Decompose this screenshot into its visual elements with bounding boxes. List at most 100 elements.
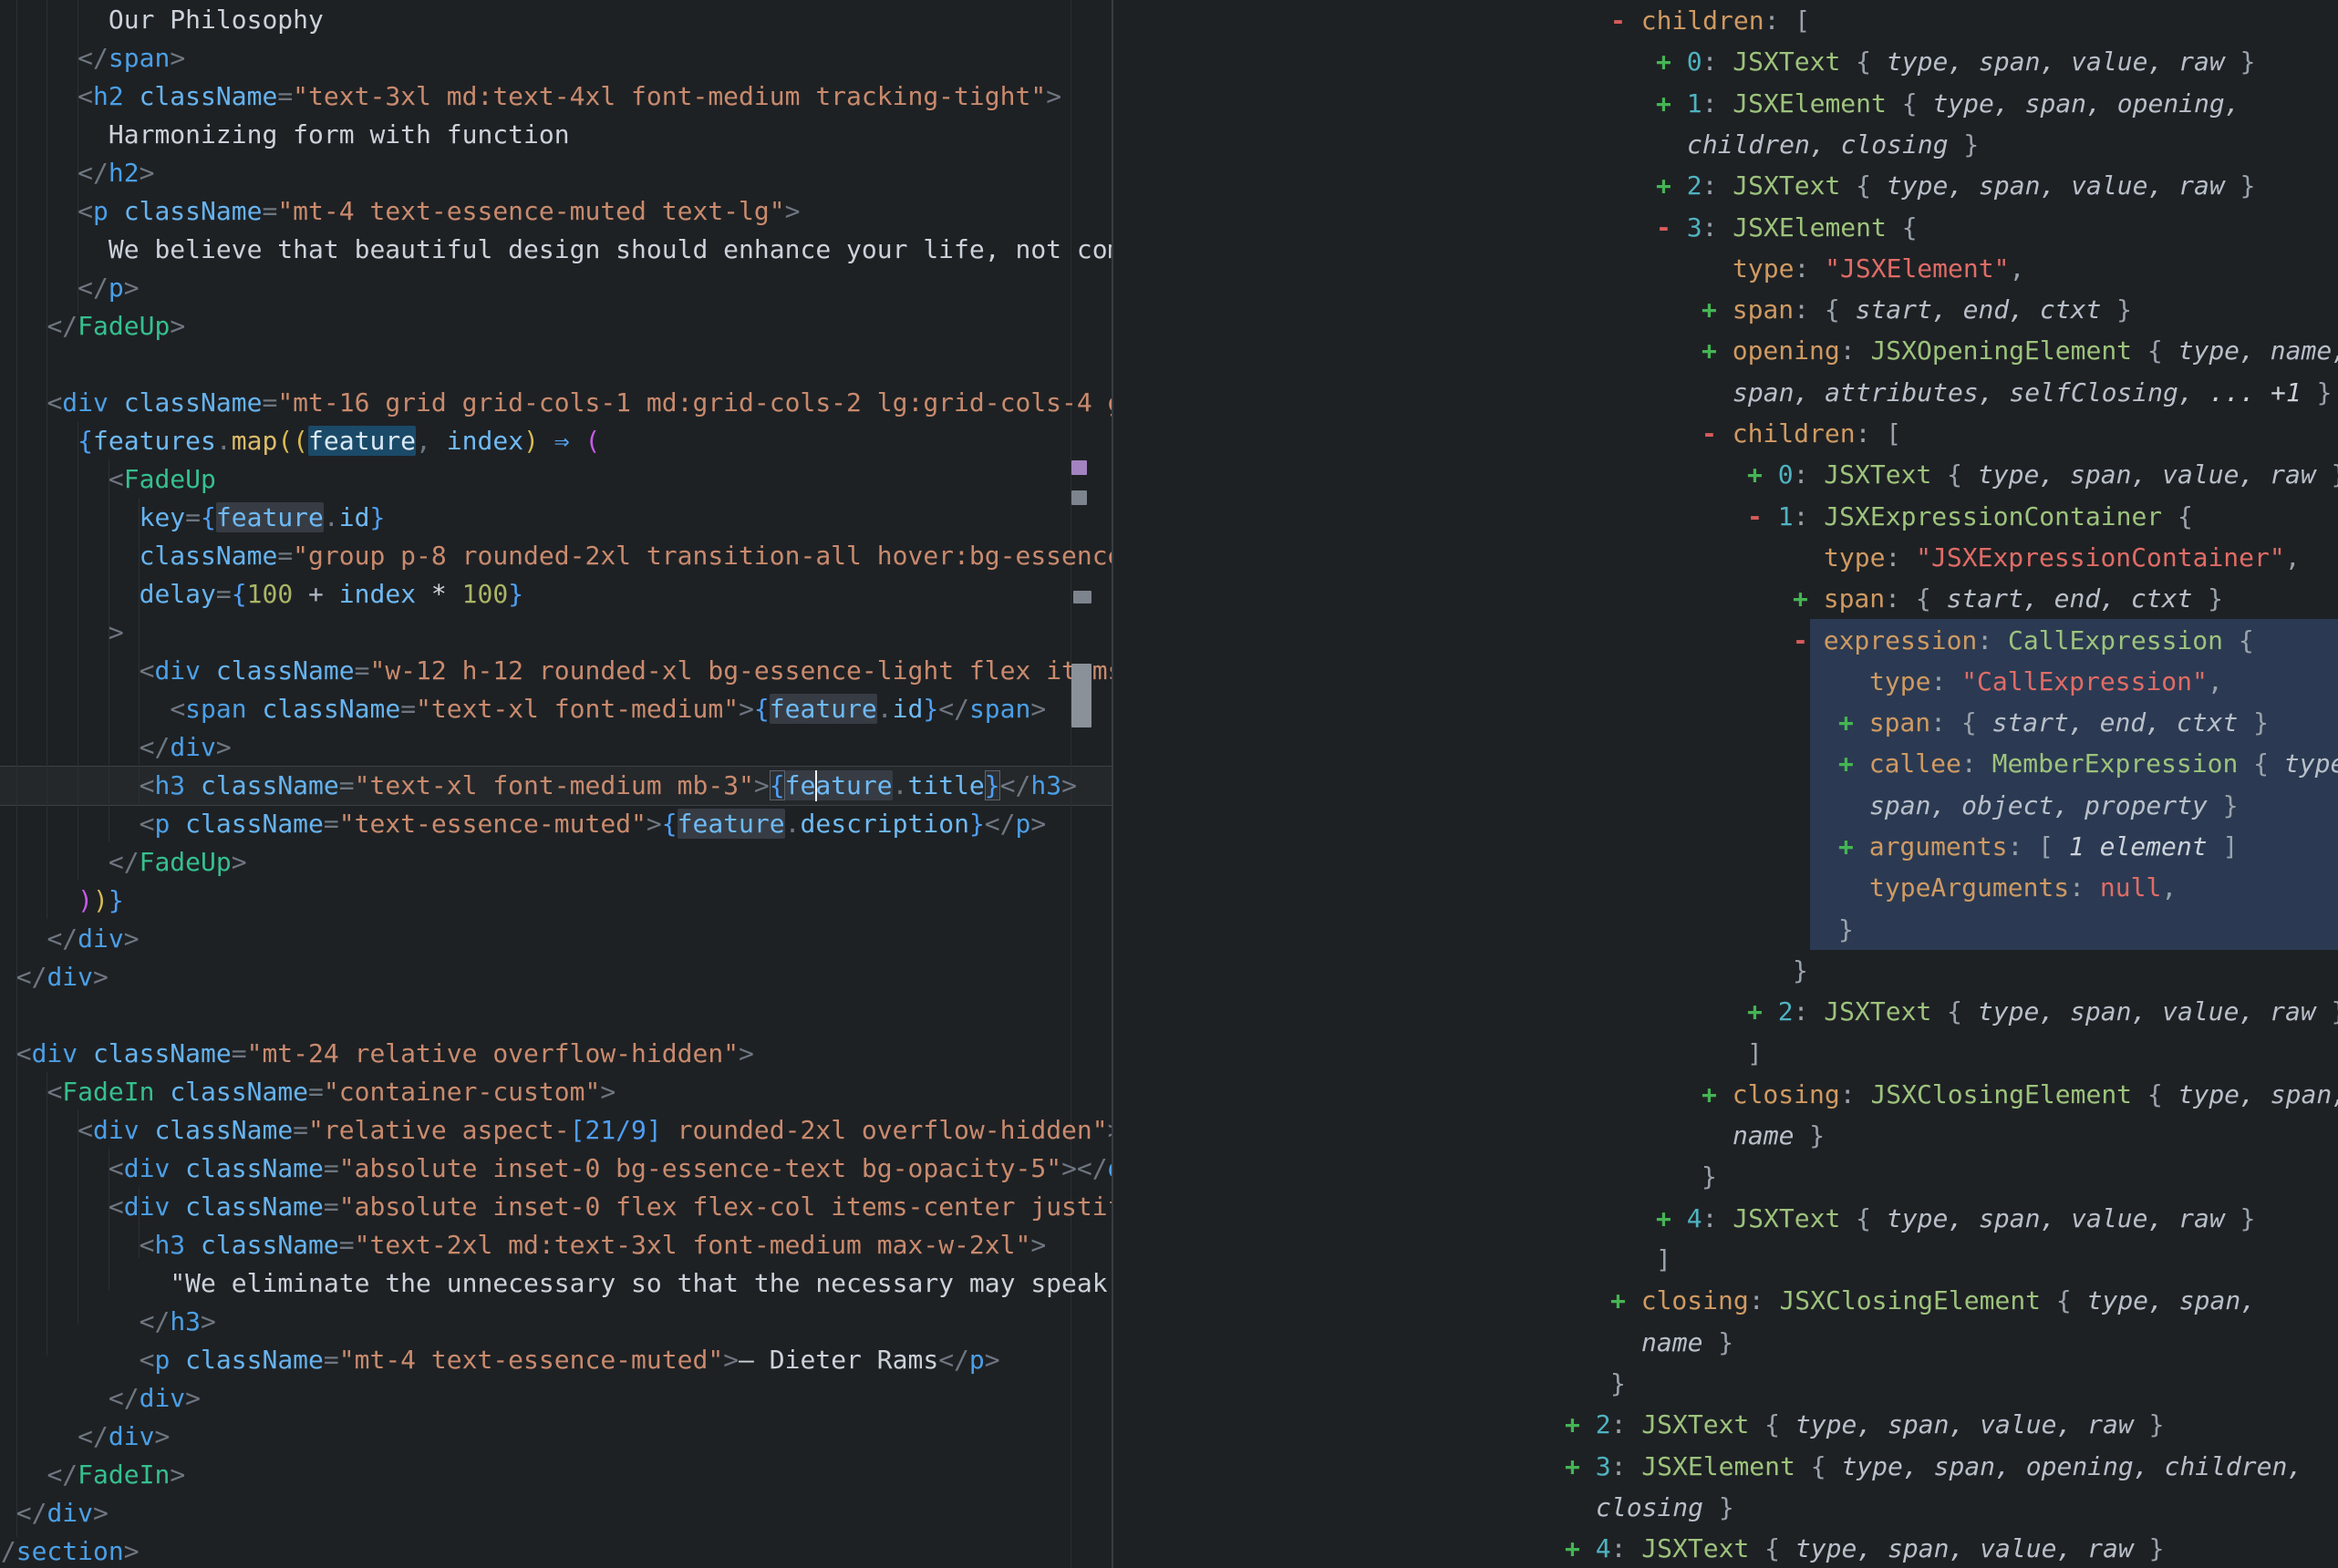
ast-line[interactable]: + 0: JSXText { type, span, value, raw } (1656, 41, 2255, 82)
ast-line[interactable]: + arguments: [ 1 element ] (1838, 826, 2238, 867)
ast-line[interactable]: } (1793, 950, 1808, 991)
ast-line[interactable]: - 1: JSXExpressionContainer { (1747, 496, 2193, 537)
ast-line[interactable]: + 2: JSXText { type, span, value, raw } (1747, 991, 2338, 1032)
ast-line[interactable]: - children: [ (1702, 413, 1901, 454)
expand-toggle-icon[interactable]: + (1793, 583, 1824, 614)
code-pane[interactable]: Our Philosophy</span><h2 className="text… (0, 0, 1112, 1568)
ast-line[interactable]: - expression: CallExpression { (1793, 620, 2254, 661)
collapse-toggle-icon[interactable]: - (1610, 5, 1641, 36)
ast-line[interactable]: + 0: JSXText { type, span, value, raw } (1747, 454, 2338, 495)
ast-line[interactable]: - 3: JSXElement { (1656, 207, 1918, 248)
expand-toggle-icon[interactable]: + (1702, 1079, 1733, 1109)
expand-toggle-icon[interactable]: + (1702, 294, 1733, 325)
code-line[interactable]: </h3> (140, 1303, 216, 1341)
mark-purple[interactable] (1071, 460, 1087, 475)
ast-line[interactable]: typeArguments: null, (1869, 867, 2177, 908)
ast-line[interactable]: name } (1641, 1322, 1733, 1363)
ast-line[interactable]: children, closing } (1687, 124, 1979, 165)
expand-toggle-icon[interactable]: + (1656, 46, 1687, 77)
code-line[interactable]: "We eliminate the unnecessary so that th… (170, 1264, 1112, 1303)
ast-line[interactable]: + span: { start, end, ctxt } (1838, 702, 2269, 743)
code-line[interactable]: <span className="text-xl font-medium">{f… (170, 690, 1046, 728)
ast-line[interactable]: type: "JSXExpressionContainer", (1824, 537, 2301, 578)
code-line[interactable]: key={feature.id} (140, 499, 386, 537)
code-line[interactable]: className="group p-8 rounded-2xl transit… (140, 537, 1112, 575)
ast-line[interactable]: type: "JSXElement", (1733, 248, 2024, 289)
ast-line[interactable]: } (1702, 1156, 1717, 1197)
code-line[interactable]: </section> (0, 1532, 140, 1568)
code-line[interactable]: ))} (78, 882, 124, 920)
code-line[interactable]: <FadeUp (109, 460, 216, 499)
ast-line[interactable]: + 2: JSXText { type, span, value, raw } (1565, 1404, 2164, 1445)
code-line[interactable]: We believe that beautiful design should … (109, 231, 1112, 269)
mark-gray-3[interactable] (1071, 664, 1091, 727)
expand-toggle-icon[interactable]: + (1702, 335, 1733, 366)
token-wvar[interactable]: feature (216, 502, 324, 532)
ast-line[interactable]: - children: [ (1610, 0, 1810, 41)
token-sel[interactable]: feature (308, 426, 416, 456)
collapse-toggle-icon[interactable]: - (1747, 501, 1778, 531)
expand-toggle-icon[interactable]: + (1656, 1203, 1687, 1233)
code-line[interactable]: {features.map((feature, index) ⇒ ( (78, 422, 600, 460)
ast-line[interactable]: span, attributes, selfClosing, ... +1 } (1733, 372, 2332, 413)
code-line[interactable]: <div className="absolute inset-0 bg-esse… (109, 1150, 1112, 1188)
ast-line[interactable]: + span: { start, end, ctxt } (1702, 289, 2132, 330)
code-line[interactable]: <h3 className="text-2xl md:text-3xl font… (140, 1226, 1047, 1264)
code-line[interactable]: <div className="absolute inset-0 flex fl… (109, 1188, 1112, 1226)
expand-toggle-icon[interactable]: + (1747, 459, 1778, 490)
expand-toggle-icon[interactable]: + (1838, 831, 1869, 861)
token-wvar[interactable]: feature (678, 809, 785, 839)
code-line[interactable]: </p> (78, 269, 139, 307)
expand-toggle-icon[interactable]: + (1610, 1285, 1641, 1315)
code-line[interactable]: </h2> (78, 154, 154, 192)
mark-gray-1[interactable] (1071, 490, 1087, 505)
ast-line[interactable]: + 2: JSXText { type, span, value, raw } (1656, 165, 2255, 206)
collapse-toggle-icon[interactable]: - (1702, 418, 1733, 449)
ast-line[interactable]: name } (1733, 1115, 1825, 1156)
code-line[interactable]: </FadeIn> (47, 1456, 185, 1494)
ast-line[interactable]: + 1: JSXElement { type, span, opening, (1656, 83, 2240, 124)
expand-toggle-icon[interactable]: + (1838, 707, 1869, 738)
code-line[interactable]: </FadeUp> (109, 843, 247, 882)
code-line[interactable]: </div> (16, 1494, 109, 1532)
expand-toggle-icon[interactable]: + (1747, 996, 1778, 1026)
code-line[interactable]: > (109, 614, 124, 652)
code-line[interactable]: </div> (16, 958, 109, 996)
expand-toggle-icon[interactable]: + (1565, 1409, 1596, 1439)
code-line[interactable]: Our Philosophy (109, 1, 324, 39)
code-line[interactable]: <div className="relative aspect-[21/9] r… (78, 1111, 1112, 1150)
token-wvar[interactable]: feature (785, 770, 893, 800)
expand-toggle-icon[interactable]: + (1838, 748, 1869, 779)
collapse-toggle-icon[interactable]: - (1793, 625, 1824, 655)
ast-line[interactable]: span, object, property } (1869, 785, 2239, 826)
code-line[interactable]: <p className="mt-4 text-essence-muted">—… (140, 1341, 1000, 1379)
code-line[interactable]: </FadeUp> (47, 307, 185, 346)
ast-line[interactable]: + closing: JSXClosingElement { type, spa… (1702, 1074, 2338, 1115)
pane-divider[interactable] (1112, 0, 1113, 1568)
ast-line[interactable]: + callee: MemberExpression { type, (1838, 743, 2338, 784)
code-line[interactable]: </span> (78, 39, 185, 77)
code-line[interactable]: Harmonizing form with function (109, 116, 570, 154)
mark-gray-2[interactable] (1073, 591, 1091, 603)
ast-line[interactable]: } (1838, 909, 1854, 950)
code-line[interactable]: <h2 className="text-3xl md:text-4xl font… (78, 77, 1061, 116)
code-line[interactable]: delay={100 + index * 100} (140, 575, 523, 614)
ast-line[interactable]: ] (1656, 1239, 1671, 1280)
ast-line[interactable]: + 4: JSXText { type, span, value, raw } (1656, 1198, 2255, 1239)
code-line[interactable]: </div> (78, 1418, 170, 1456)
ast-line[interactable]: type: "CallExpression", (1869, 661, 2223, 702)
ast-line[interactable]: closing } (1596, 1487, 1734, 1528)
ast-line[interactable]: + closing: JSXClosingElement { type, spa… (1610, 1280, 2256, 1321)
expand-toggle-icon[interactable]: + (1656, 170, 1687, 201)
code-line[interactable]: <FadeIn className="container-custom"> (47, 1073, 616, 1111)
token-wvar[interactable]: feature (770, 694, 877, 724)
ast-line[interactable]: ] (1747, 1033, 1763, 1074)
code-line[interactable]: <div className="mt-24 relative overflow-… (16, 1035, 754, 1073)
code-line[interactable]: <h3 className="text-xl font-medium mb-3"… (140, 767, 1077, 805)
code-line[interactable]: <div className="w-12 h-12 rounded-xl bg-… (140, 652, 1112, 690)
expand-toggle-icon[interactable]: + (1565, 1451, 1596, 1481)
code-line[interactable]: </div> (109, 1379, 201, 1418)
ast-line[interactable]: + opening: JSXOpeningElement { type, nam… (1702, 330, 2338, 371)
expand-toggle-icon[interactable]: + (1565, 1533, 1596, 1563)
ast-line[interactable]: } (1610, 1363, 1626, 1404)
